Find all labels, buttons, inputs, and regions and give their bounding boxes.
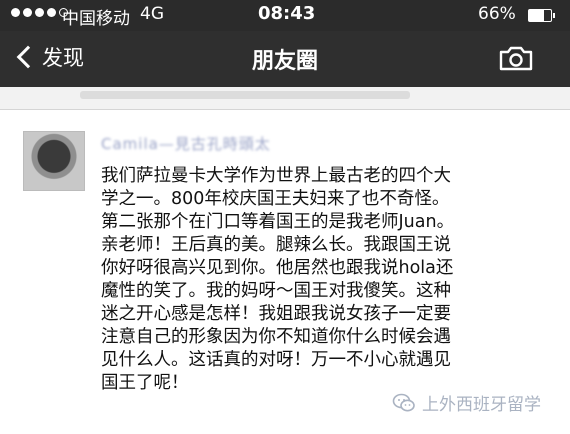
post-text: 我们萨拉曼卡大学作为世界上最古老的四个大 学之一。800年校庆国王夫妇来了也不奇…	[101, 166, 455, 393]
battery-icon	[528, 9, 552, 22]
back-button[interactable]: 发现	[14, 42, 84, 72]
nav-bar: 发现 朋友圈	[0, 31, 570, 87]
carrier-name: 中国移动	[62, 9, 130, 29]
clock: 08:43	[258, 3, 316, 24]
watermark-text: 上外西班牙留学	[422, 395, 541, 415]
back-label: 发现	[42, 46, 84, 70]
network-type: 4G	[140, 4, 164, 24]
wechat-logo-icon	[392, 393, 415, 411]
signal-strength-icon	[11, 8, 68, 17]
chevron-left-icon	[16, 45, 40, 69]
page-title: 朋友圈	[251, 49, 318, 74]
post-author[interactable]: Camila—見古孔時頭太	[101, 133, 271, 154]
divider	[0, 109, 570, 110]
watermark: 上外西班牙留学	[392, 390, 541, 415]
avatar[interactable]	[23, 131, 85, 191]
status-bar: 中国移动 4G 08:43 66%	[0, 0, 570, 31]
previous-post-remnant	[0, 87, 570, 109]
moments-feed[interactable]: Camila—見古孔時頭太 我们萨拉曼卡大学作为世界上最古老的四个大 学之一。8…	[0, 87, 570, 434]
battery-tip	[553, 13, 555, 18]
camera-icon	[499, 46, 533, 71]
camera-button[interactable]	[499, 45, 533, 71]
battery-percent: 66%	[478, 4, 516, 24]
